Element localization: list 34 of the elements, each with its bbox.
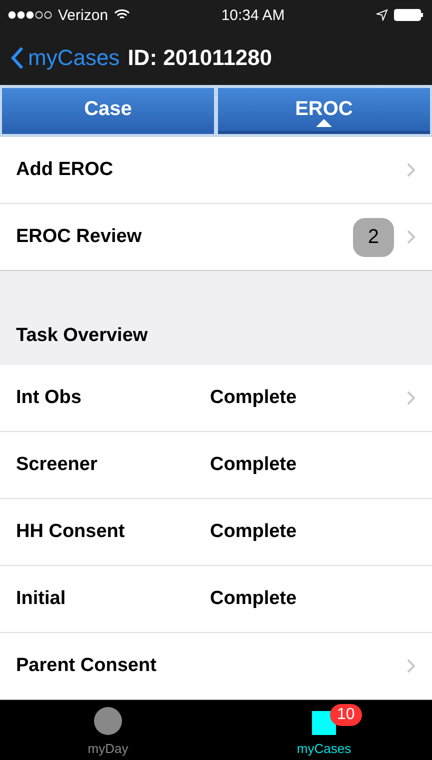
carrier-name: Verizon: [58, 6, 108, 24]
signal-icon: [8, 11, 52, 19]
battery-icon: [394, 9, 424, 21]
location-icon: [376, 9, 388, 21]
tab-bar-item[interactable]: myDay: [0, 700, 216, 760]
task-status: Complete: [210, 387, 297, 408]
count-badge: 2: [352, 218, 394, 257]
task-name: Screener: [16, 454, 98, 476]
status-time: 10:34 AM: [221, 6, 285, 24]
action-label: Add EROC: [16, 159, 114, 182]
task-name: Parent Consent: [16, 655, 158, 678]
back-button[interactable]: myCases: [10, 44, 120, 70]
square-icon: [312, 711, 336, 736]
chevron-icon: [406, 390, 416, 406]
task-name: HH Consent: [16, 521, 126, 544]
back-chevron-icon: [10, 46, 24, 70]
triangle-icon: [316, 119, 332, 128]
task-name: Int Obs: [16, 387, 82, 410]
notification-badge: 10: [330, 704, 362, 726]
task-name: Initial: [16, 588, 67, 610]
wifi-icon: [114, 9, 130, 21]
segment-tab[interactable]: Case: [2, 88, 214, 134]
chevron-icon: [406, 162, 416, 178]
case-id-title: ID: 201011280: [128, 44, 272, 70]
task-status: Complete: [210, 521, 297, 542]
task-status: Complete: [210, 588, 297, 610]
circle-icon: [94, 707, 122, 736]
action-label: EROC Review: [16, 226, 143, 248]
tab-bar-item[interactable]: 10 myCases: [216, 700, 432, 760]
segment-tab[interactable]: EROC: [218, 88, 430, 134]
section-header: Task Overview: [15, 324, 149, 348]
task-status: Complete: [210, 454, 297, 476]
chevron-icon: [406, 658, 416, 674]
chevron-icon: [406, 229, 416, 246]
